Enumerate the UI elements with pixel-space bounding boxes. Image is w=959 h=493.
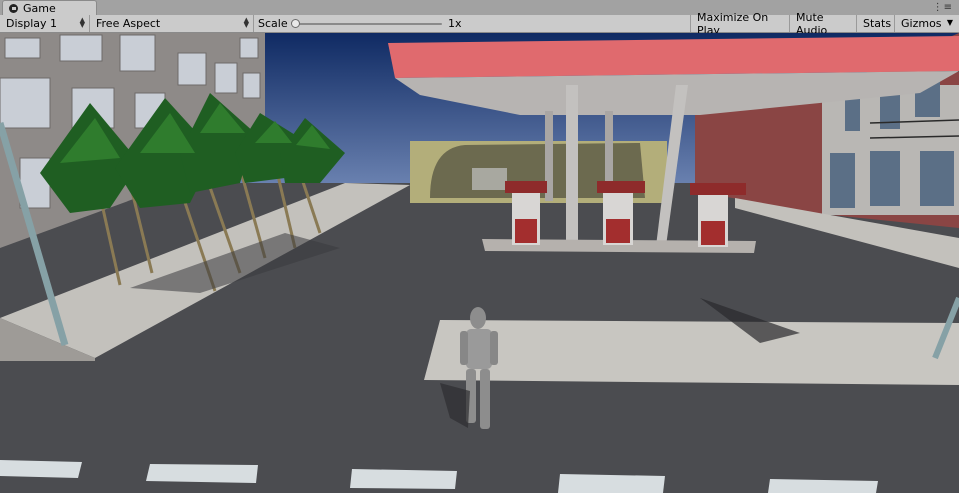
display-dropdown[interactable]: Display 1 ▲ ▼	[0, 15, 90, 32]
game-toolbar: Display 1 ▲ ▼ Free Aspect ▲ ▼ Scale 1x Max…	[0, 11, 959, 37]
stats-toggle[interactable]: Stats	[857, 15, 895, 32]
stats-label: Stats	[863, 17, 892, 30]
gizmos-dropdown[interactable]: Gizmos ▼	[895, 15, 959, 32]
updown-arrows-icon: ▲ ▼	[79, 16, 85, 29]
tab-label: Game	[23, 1, 56, 15]
aspect-value: Free Aspect	[96, 17, 161, 30]
scale-slider-track[interactable]	[296, 23, 442, 25]
updown-arrows-icon: ▲ ▼	[243, 16, 249, 29]
tab-menu-icon[interactable]: ⋮≡	[933, 2, 953, 13]
maximize-on-play-toggle[interactable]: Maximize On Play	[691, 11, 790, 37]
unity-game-icon	[9, 3, 18, 13]
game-viewport[interactable]	[0, 33, 959, 493]
aspect-dropdown[interactable]: Free Aspect ▲ ▼	[90, 15, 254, 32]
gizmos-label: Gizmos	[901, 17, 942, 30]
scale-label: Scale	[258, 17, 288, 30]
display-value: Display 1	[6, 17, 58, 30]
center-sidewalk	[424, 320, 959, 385]
scale-slider-thumb[interactable]	[291, 19, 300, 28]
chevron-down-icon: ▼	[946, 18, 953, 27]
game-scene	[0, 33, 959, 493]
scale-value: 1x	[448, 17, 462, 30]
mute-audio-toggle[interactable]: Mute Audio	[790, 11, 857, 37]
tab-game[interactable]: Game	[2, 0, 97, 15]
